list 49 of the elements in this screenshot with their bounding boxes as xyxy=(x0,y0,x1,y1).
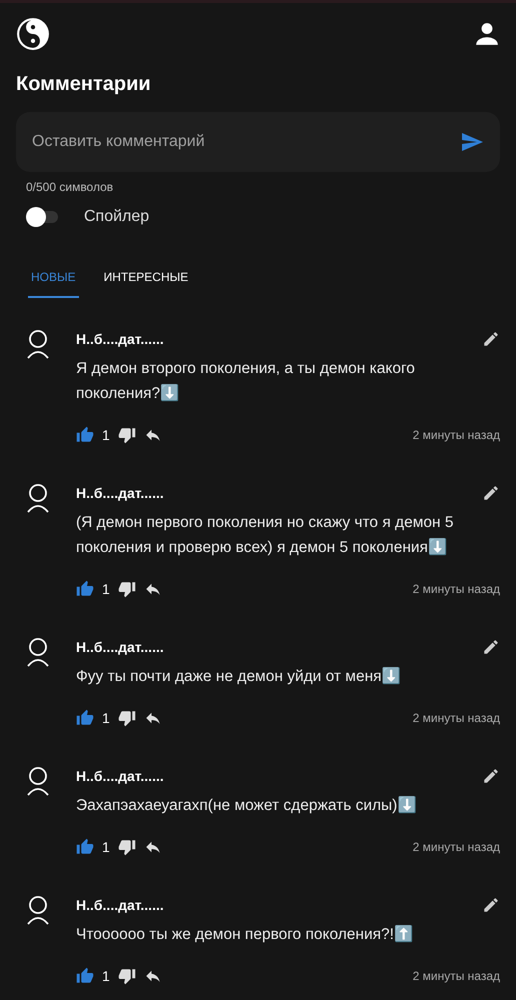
thumbs-up-icon[interactable] xyxy=(76,580,94,598)
like-count: 1 xyxy=(102,710,110,726)
comment-author: Н..б....дат...... xyxy=(76,485,164,501)
thumbs-down-icon[interactable] xyxy=(118,580,136,598)
comment-author: Н..б....дат...... xyxy=(76,639,164,655)
comment-time: 2 минуты назад xyxy=(412,969,500,983)
comment-author: Н..б....дат...... xyxy=(76,331,164,347)
user-outline-icon xyxy=(26,767,50,797)
thumbs-down-icon[interactable] xyxy=(118,426,136,444)
user-outline-icon xyxy=(26,896,50,926)
spoiler-label: Спойлер xyxy=(84,208,150,226)
comment-author: Н..б....дат...... xyxy=(76,897,164,913)
user-icon[interactable] xyxy=(474,21,500,47)
send-icon[interactable] xyxy=(460,130,484,154)
like-count: 1 xyxy=(102,581,110,597)
thumbs-up-icon[interactable] xyxy=(76,838,94,856)
pencil-icon[interactable] xyxy=(482,638,500,656)
thumbs-up-icon[interactable] xyxy=(76,967,94,985)
comment-field[interactable]: Оставить комментарий xyxy=(16,112,500,172)
character-counter: 0/500 символов xyxy=(26,180,114,194)
like-count: 1 xyxy=(102,968,110,984)
pencil-icon[interactable] xyxy=(482,896,500,914)
yin-yang-logo-icon[interactable] xyxy=(16,17,50,51)
comment-text: Фуу ты почти даже не демон уйди от меня⬇ xyxy=(76,666,402,687)
user-outline-icon xyxy=(26,484,50,514)
comment-text: Чтоооооо ты же демон первого поколения?!⬆ xyxy=(76,924,414,945)
comment-text: Эахапэахаеуагахп(не может сдержать силы)⬇ xyxy=(76,795,418,816)
comment-time: 2 минуты назад xyxy=(412,711,500,725)
thumbs-up-icon[interactable] xyxy=(76,709,94,727)
comment-time: 2 минуты назад xyxy=(412,428,500,442)
tab[interactable]: ИНТЕРЕСНЫЕ xyxy=(100,262,192,298)
pencil-icon[interactable] xyxy=(482,484,500,502)
user-outline-icon xyxy=(26,638,50,668)
like-count: 1 xyxy=(102,427,110,443)
tab[interactable]: НОВЫЕ xyxy=(28,262,79,298)
comment-author: Н..б....дат...... xyxy=(76,768,164,784)
user-outline-icon xyxy=(26,330,50,360)
thumbs-down-icon[interactable] xyxy=(118,967,136,985)
thumbs-down-icon[interactable] xyxy=(118,838,136,856)
pencil-icon[interactable] xyxy=(482,767,500,785)
comment-time: 2 минуты назад xyxy=(412,582,500,596)
thumbs-up-icon[interactable] xyxy=(76,426,94,444)
comment-text: (Я демон первого поколения но скажу что я демон 5 поколения и проверю всех) я демон 5 поколения⬇ xyxy=(76,513,454,558)
page-title: Комментарии xyxy=(16,73,152,96)
like-count: 1 xyxy=(102,839,110,855)
comment-time: 2 минуты назад xyxy=(412,840,500,854)
comment-text: Я демон второго поколения, а ты демон какого поколения?⬇ xyxy=(76,359,416,404)
pencil-icon[interactable] xyxy=(482,330,500,348)
thumbs-down-icon[interactable] xyxy=(118,709,136,727)
